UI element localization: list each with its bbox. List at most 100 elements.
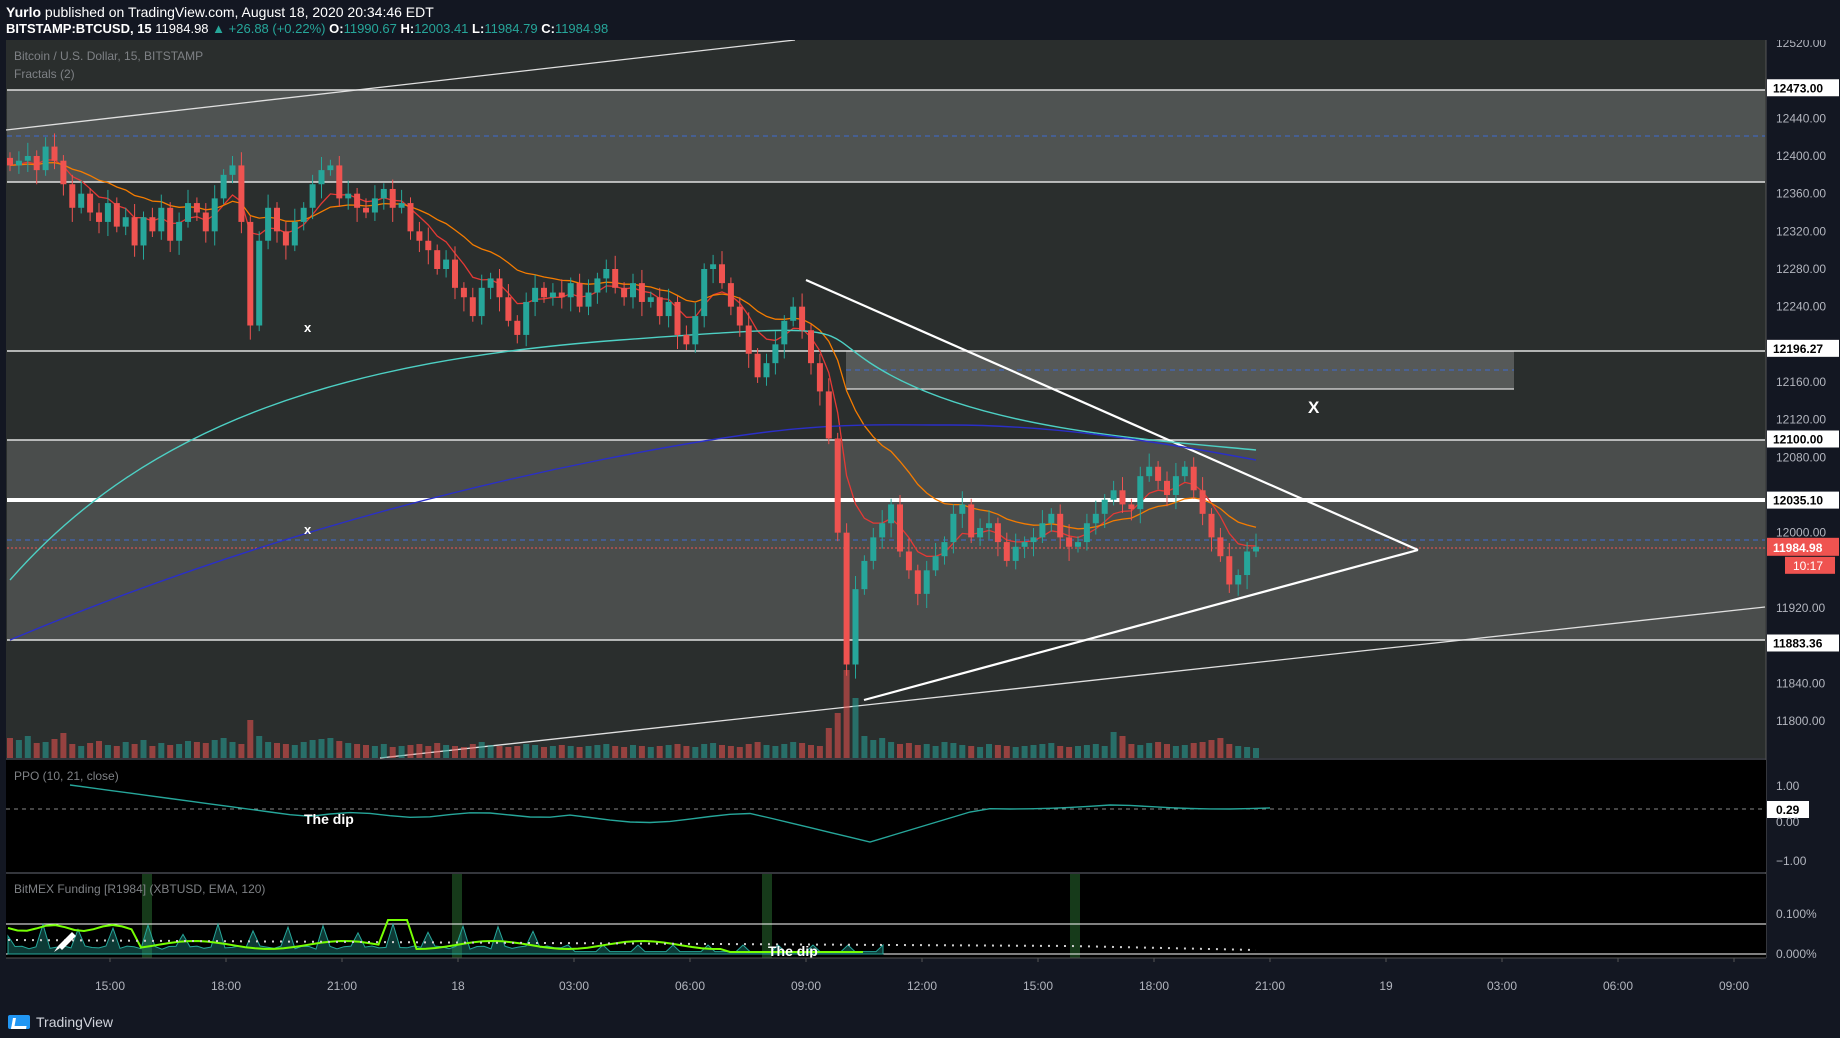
volume-bar — [300, 742, 307, 758]
volume-bar — [986, 744, 992, 758]
candle-body — [33, 156, 40, 171]
volume-bar — [122, 742, 129, 758]
author-name[interactable]: Yurlo — [6, 4, 41, 20]
annotation-x-big[interactable]: X — [1308, 398, 1320, 417]
candle-body — [621, 287, 628, 298]
time-tick-label: 18 — [451, 979, 465, 993]
candle-body — [185, 203, 191, 222]
candle-body — [131, 217, 138, 246]
candle-body — [514, 320, 521, 335]
annotation-the-dip-2[interactable]: The dip — [768, 943, 818, 959]
volume-bar — [923, 744, 930, 758]
time-tick-label: 06:00 — [675, 979, 705, 993]
volume-bar — [585, 746, 592, 758]
tradingview-brand[interactable]: TradingView — [8, 1014, 113, 1030]
candle-body — [870, 537, 877, 561]
candle-body — [443, 259, 450, 269]
candle-body — [478, 287, 485, 317]
candle-body — [977, 527, 984, 538]
volume-bar — [1057, 746, 1064, 758]
volume-bar — [282, 744, 289, 758]
legend-funding[interactable]: BitMEX Funding [R1984] (XBTUSD, EMA, 120… — [14, 882, 265, 896]
volume-bar — [407, 745, 414, 758]
annotation-x-small-2[interactable]: x — [304, 522, 312, 537]
volume-bar — [1155, 742, 1162, 758]
volume-bar — [808, 745, 814, 758]
volume-bar — [505, 747, 512, 758]
annotation-the-dip-1[interactable]: The dip — [304, 811, 354, 827]
candle-body — [505, 297, 512, 321]
volume-bar — [977, 747, 984, 758]
volume-bar — [202, 743, 209, 758]
level-tag-label: 12196.27 — [1773, 342, 1823, 356]
volume-bar — [914, 745, 921, 758]
volume-bar — [158, 743, 165, 758]
candle-body — [122, 217, 129, 227]
high-label: H: — [400, 21, 415, 36]
volume-bar — [825, 728, 832, 758]
volume-bar — [1164, 744, 1170, 758]
legend-main[interactable]: Bitcoin / U.S. Dollar, 15, BITSTAMP — [14, 49, 203, 63]
volume-bar — [1208, 740, 1215, 758]
volume-bar — [612, 746, 619, 758]
close-value: 11984.98 — [554, 21, 609, 36]
volume-bar — [149, 746, 156, 758]
volume-bar — [656, 746, 663, 758]
candle-body — [425, 240, 432, 251]
legend-ppo[interactable]: PPO (10, 21, close) — [14, 769, 119, 783]
candle-body — [24, 156, 31, 161]
candle-body — [434, 250, 441, 269]
volume-bar — [1012, 747, 1019, 758]
candle-body — [1164, 480, 1170, 495]
time-tick-label: 15:00 — [1023, 979, 1053, 993]
candle-body — [1190, 466, 1197, 491]
chart-canvas[interactable]: X x x Bitcoin / U.S. Dollar, 15, BITSTAM… — [0, 40, 1840, 1008]
volume-bar — [852, 698, 859, 758]
candle-body — [897, 504, 903, 552]
candle-body — [140, 217, 147, 246]
candle-body — [719, 264, 725, 284]
candle-body — [558, 292, 565, 298]
candle-body — [1172, 476, 1179, 495]
candle-body — [861, 560, 868, 590]
candle-body — [496, 278, 503, 298]
volume-bar — [1137, 745, 1144, 758]
volume-bar — [638, 746, 645, 758]
ppo-pane[interactable] — [6, 760, 1766, 872]
candle-body — [852, 589, 859, 665]
ppo-tick-label: 0.00 — [1776, 815, 1800, 829]
volume-bar — [185, 741, 191, 758]
funding-tick-label: 0.100% — [1776, 907, 1817, 921]
volume-bar — [33, 743, 40, 758]
candle-body — [549, 292, 556, 298]
candle-body — [309, 184, 316, 208]
volume-bar — [719, 745, 725, 758]
time-tick-label: 09:00 — [791, 979, 821, 993]
high-value: 12003.41 — [414, 21, 469, 36]
volume-bar — [416, 744, 423, 758]
legend-fractals[interactable]: Fractals (2) — [14, 67, 75, 81]
time-tick-label: 06:00 — [1603, 979, 1633, 993]
volume-bar — [380, 744, 387, 758]
symbol-label[interactable]: BITSTAMP:BTCUSD, 15 — [6, 21, 152, 36]
volume-bar — [763, 745, 770, 758]
candle-body — [291, 221, 298, 246]
volume-bar — [736, 747, 743, 758]
candle-body — [825, 391, 832, 439]
candle-body — [523, 301, 530, 335]
volume-bar — [193, 742, 200, 758]
candle-body — [389, 188, 396, 208]
volume-bar — [549, 746, 556, 758]
funding-pane[interactable] — [6, 874, 1766, 958]
candle-body — [843, 532, 850, 665]
volume-bar — [167, 745, 174, 758]
candle-body — [229, 165, 236, 175]
annotation-x-small-1[interactable]: x — [304, 320, 312, 335]
candle-body — [576, 283, 583, 307]
volume-bar — [460, 747, 467, 758]
volume-bar — [78, 746, 85, 758]
candle-body — [959, 504, 966, 514]
candle-body — [763, 363, 770, 378]
volume-bar — [327, 738, 334, 758]
footer-bar: TradingView — [0, 1008, 1840, 1038]
